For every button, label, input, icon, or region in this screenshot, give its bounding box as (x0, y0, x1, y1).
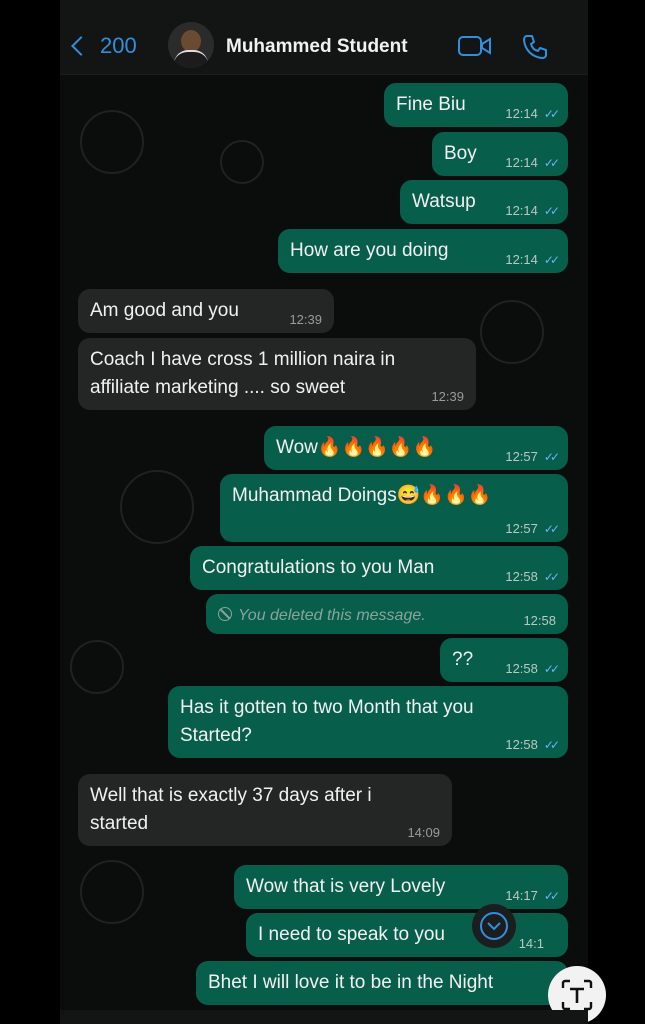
video-call-icon[interactable] (458, 34, 492, 63)
message-bubble-outgoing[interactable]: Fine Biu 12:14 ✓✓ (384, 83, 568, 127)
message-text: How are you doing (290, 240, 449, 261)
unread-count: 200 (100, 33, 137, 58)
chat-header: 200 Muhammed Student (60, 0, 588, 75)
message-bubble-outgoing[interactable]: Wow that is very Lovely 14:17 ✓✓ (234, 865, 568, 909)
read-ticks-icon: ✓✓ (543, 738, 560, 752)
read-ticks-icon: ✓✓ (543, 107, 560, 121)
read-ticks-icon: ✓✓ (543, 570, 560, 584)
message-bubble-incoming[interactable]: Coach I have cross 1 million naira in af… (78, 338, 476, 410)
message-bubble-outgoing[interactable]: I need to speak to you 14:1 (246, 913, 568, 957)
contact-name[interactable]: Muhammed Student (226, 36, 408, 58)
message-time: 12:14 (505, 106, 538, 121)
message-time: 12:39 (431, 389, 464, 404)
message-text: Wow🔥🔥🔥🔥🔥 (276, 437, 437, 458)
message-bubble-outgoing[interactable]: Muhammad Doings😅🔥🔥🔥 12:57 ✓✓ (220, 474, 568, 542)
input-bar[interactable] (60, 1010, 588, 1024)
avatar[interactable] (168, 22, 214, 68)
chevron-down-icon (480, 912, 508, 940)
message-bubble-outgoing[interactable]: How are you doing 12:14 ✓✓ (278, 229, 568, 273)
read-ticks-icon: ✓✓ (543, 204, 560, 218)
message-bubble-outgoing[interactable]: Congratulations to you Man 12:58 ✓✓ (190, 546, 568, 590)
message-time: 12:58 (505, 569, 538, 584)
message-text: Coach I have cross 1 million naira in af… (90, 349, 396, 398)
message-time: 12:57 (505, 449, 538, 464)
message-time: 12:57 (505, 521, 538, 536)
message-list: Fine Biu 12:14 ✓✓ Boy 12:14 ✓✓ Watsup 12:1… (60, 74, 588, 1024)
message-text: Am good and you (90, 300, 239, 321)
message-time: 12:14 (505, 252, 538, 267)
back-button[interactable]: 200 (71, 33, 137, 59)
read-ticks-icon: ✓✓ (543, 450, 560, 464)
scroll-to-bottom-button[interactable] (472, 904, 516, 948)
read-ticks-icon: ✓✓ (543, 156, 560, 170)
message-bubble-incoming[interactable]: Am good and you 12:39 (78, 289, 334, 333)
message-time: 12:39 (289, 312, 322, 327)
phone-call-icon[interactable] (522, 34, 548, 65)
message-bubble-outgoing[interactable]: ?? 12:58 ✓✓ (440, 638, 568, 682)
message-bubble-outgoing[interactable]: Boy 12:14 ✓✓ (432, 132, 568, 176)
text-scan-icon (561, 979, 593, 1011)
message-time: 12:58 (505, 737, 538, 752)
message-bubble-outgoing[interactable]: Watsup 12:14 ✓✓ (400, 180, 568, 224)
message-time: 14:09 (407, 825, 440, 840)
chevron-left-icon (71, 36, 91, 56)
message-time: 12:58 (523, 613, 556, 628)
message-time: 12:14 (505, 155, 538, 170)
phone-screen: 200 Muhammed Student Fine Biu 12:14 ✓✓ Bo… (60, 0, 588, 1024)
read-ticks-icon: ✓✓ (543, 889, 560, 903)
message-text: Congratulations to you Man (202, 557, 435, 578)
message-text: Wow that is very Lovely (246, 876, 446, 897)
message-time: 14:1 (518, 936, 544, 951)
message-bubble-outgoing[interactable]: Has it gotten to two Month that you Star… (168, 686, 568, 758)
message-bubble-outgoing[interactable]: Bhet I will love it to be in the Night (196, 961, 568, 1005)
message-text: I need to speak to you (258, 924, 445, 945)
message-text: Boy (444, 143, 477, 164)
message-time: 12:14 (505, 203, 538, 218)
read-ticks-icon: ✓✓ (543, 662, 560, 676)
read-ticks-icon: ✓✓ (543, 253, 560, 267)
message-text: Has it gotten to two Month that you Star… (180, 697, 474, 746)
message-text: Muhammad Doings😅🔥🔥🔥 (232, 485, 492, 506)
message-text: Well that is exactly 37 days after i sta… (90, 785, 372, 834)
deleted-message-bubble[interactable]: You deleted this message. 12:58 (206, 594, 568, 634)
read-ticks-icon: ✓✓ (543, 522, 560, 536)
message-text: You deleted this message. (238, 607, 426, 624)
message-text: Fine Biu (396, 94, 466, 115)
message-time: 14:17 (505, 888, 538, 903)
deleted-icon (218, 607, 232, 621)
message-text: Watsup (412, 191, 476, 212)
message-text: Bhet I will love it to be in the Night (208, 972, 494, 993)
message-text: ?? (452, 649, 474, 670)
message-time: 12:58 (505, 661, 538, 676)
message-bubble-outgoing[interactable]: Wow🔥🔥🔥🔥🔥 12:57 ✓✓ (264, 426, 568, 470)
message-bubble-incoming[interactable]: Well that is exactly 37 days after i sta… (78, 774, 452, 846)
